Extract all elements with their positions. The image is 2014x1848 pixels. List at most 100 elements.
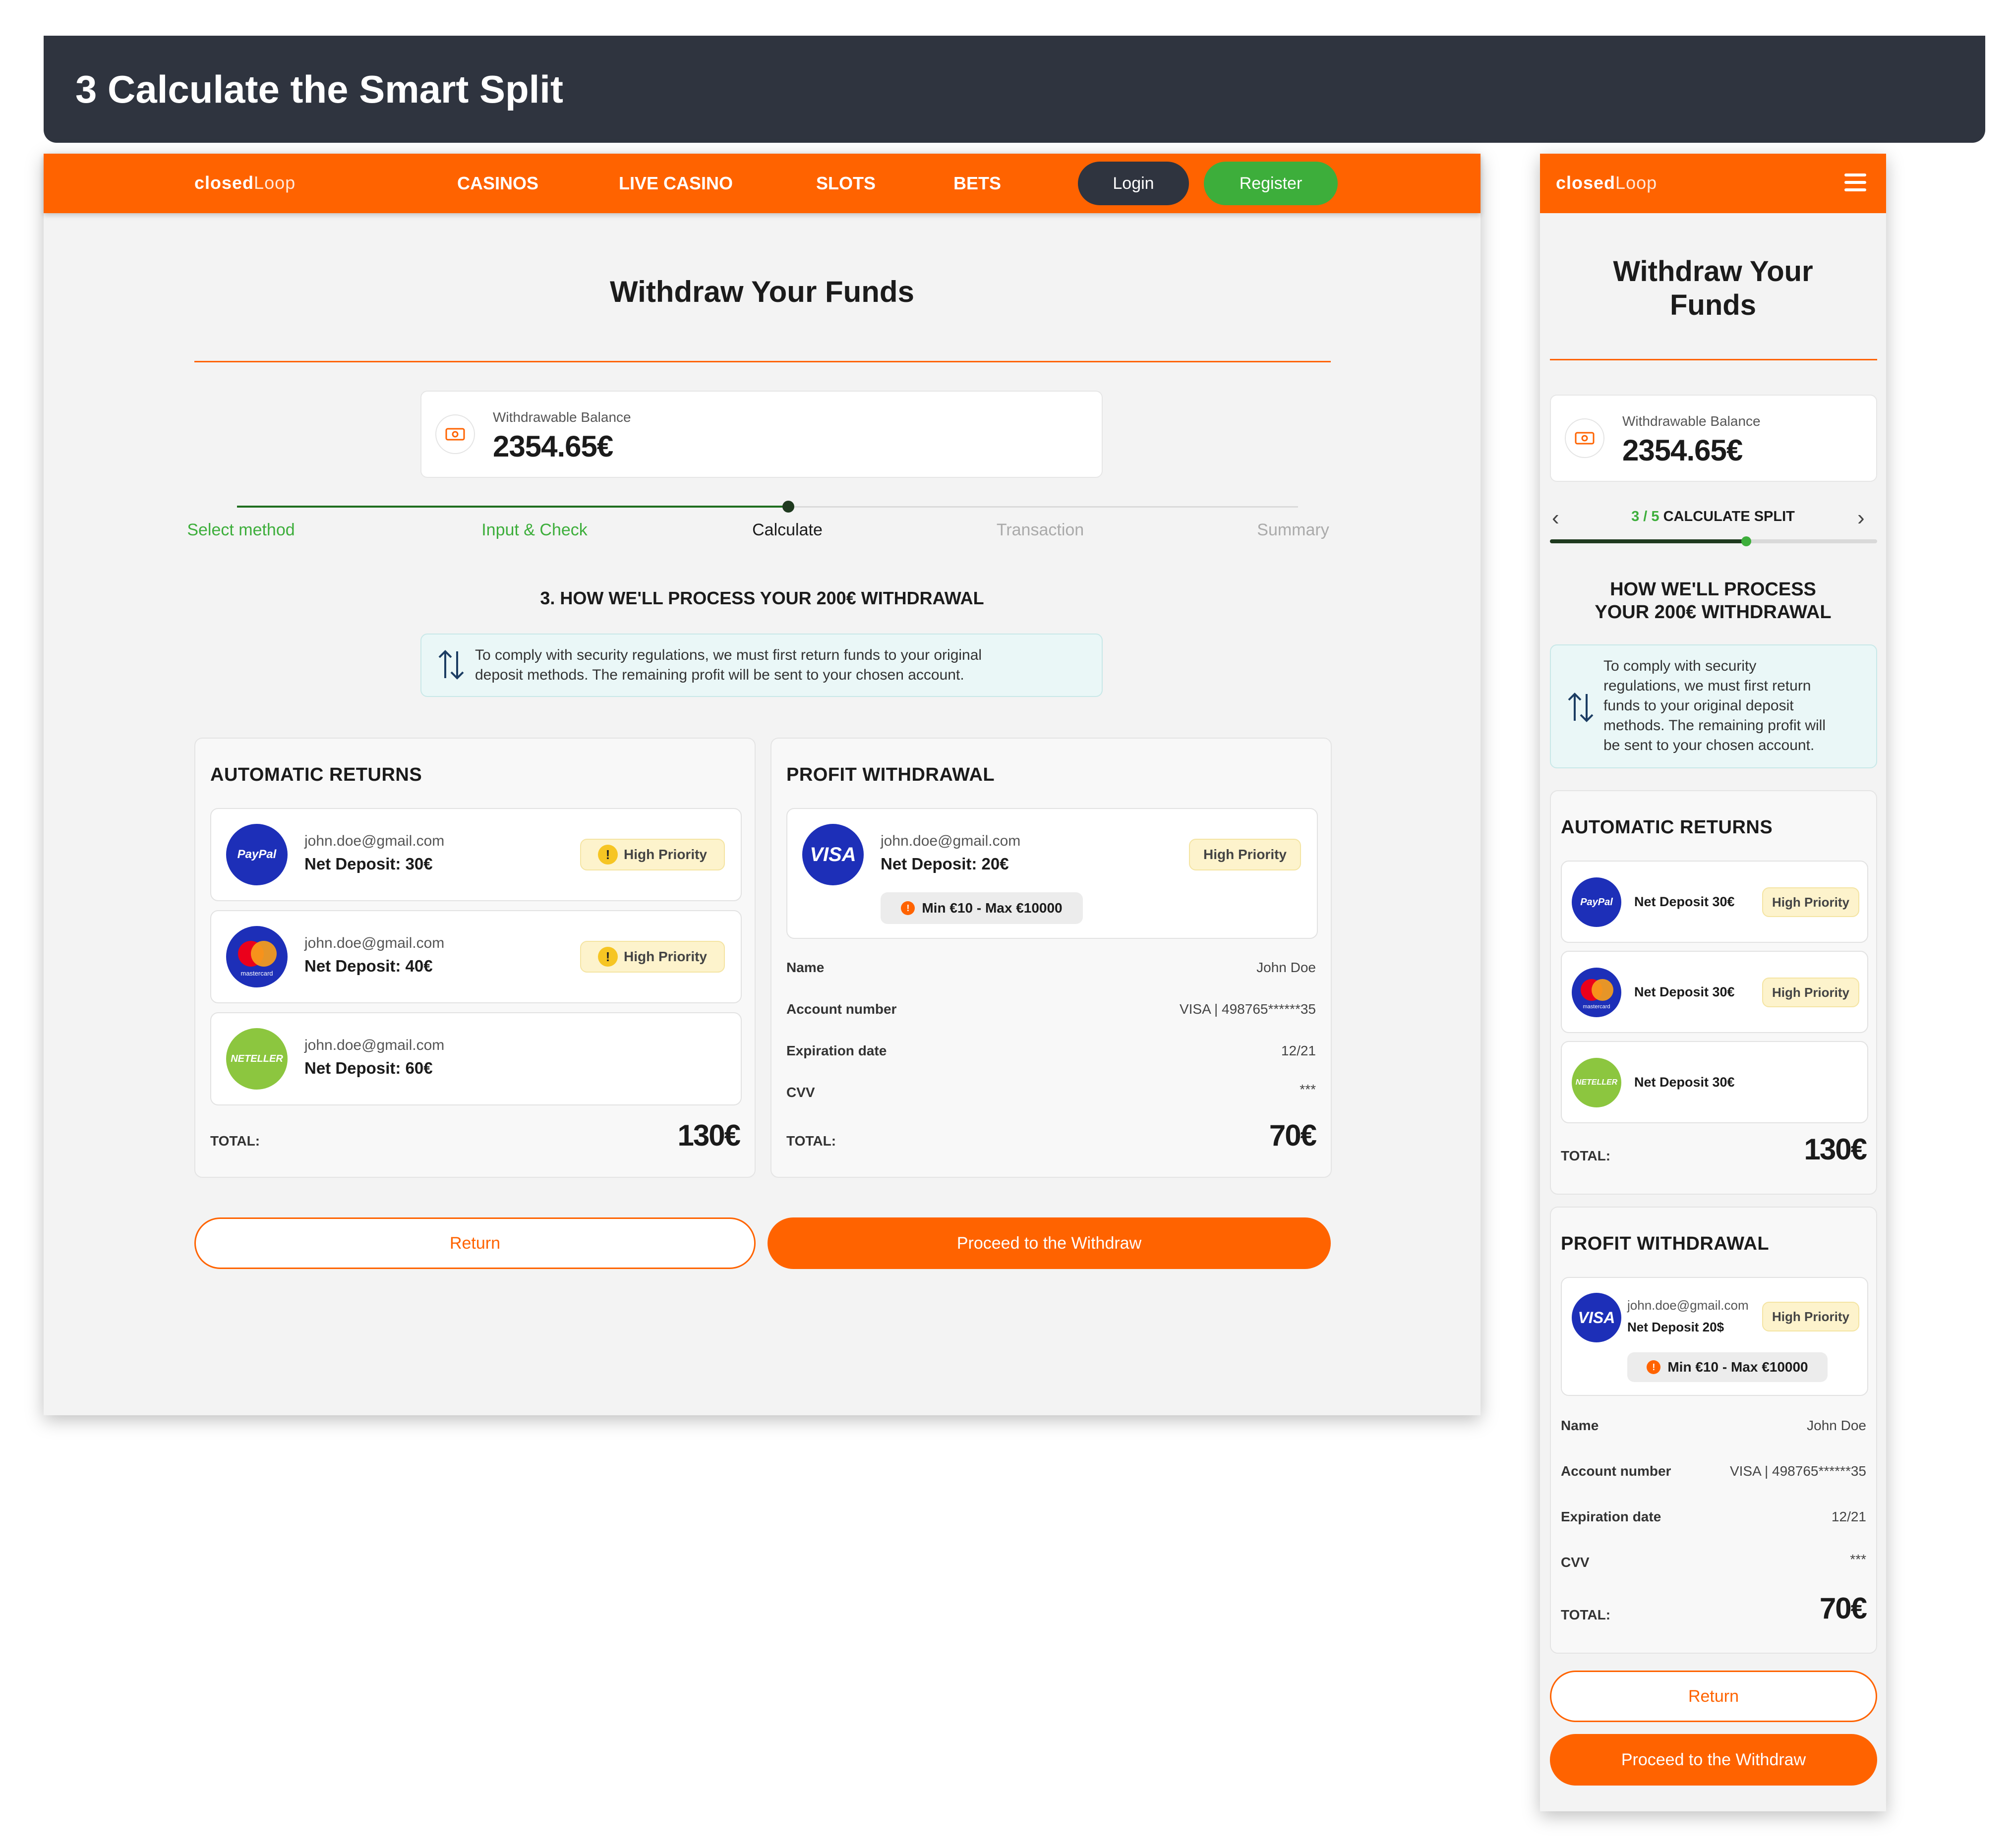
visa-logo-icon: VISA bbox=[1572, 1293, 1621, 1342]
automatic-total-label: TOTAL: bbox=[210, 1133, 260, 1149]
return-item-email: john.doe@gmail.com bbox=[304, 935, 445, 951]
mobile-return-item-mastercard[interactable]: mastercard Net Deposit 30€ High Priority bbox=[1561, 951, 1868, 1033]
info-dot-icon: ! bbox=[901, 901, 915, 915]
mobile-limits-chip: ! Min €10 - Max €10000 bbox=[1627, 1352, 1828, 1382]
step-transaction: Transaction bbox=[996, 520, 1084, 539]
visa-logo-icon: VISA bbox=[802, 824, 864, 885]
balance-value: 2354.65€ bbox=[493, 430, 613, 463]
mobile-automatic-total-label: TOTAL: bbox=[1561, 1148, 1611, 1163]
mobile-field-cvv-label: CVV bbox=[1561, 1555, 1590, 1570]
banner-title: 3 Calculate the Smart Split bbox=[75, 67, 563, 111]
top-navbar: closedLoop CASINOS LIVE CASINO SLOTS BET… bbox=[44, 154, 1481, 213]
info-dot-icon: ! bbox=[1647, 1360, 1661, 1374]
mastercard-logo-icon: mastercard bbox=[226, 926, 288, 987]
step-select-method[interactable]: Select method bbox=[186, 520, 296, 540]
return-item-neteller[interactable]: NETELLER john.doe@gmail.com Net Deposit:… bbox=[210, 1012, 742, 1105]
return-item-deposit: Net Deposit: 40€ bbox=[304, 957, 433, 975]
banknote-icon bbox=[1565, 418, 1604, 458]
security-info-box: To comply with security regulations, we … bbox=[420, 634, 1103, 697]
mobile-title-divider bbox=[1550, 359, 1877, 360]
high-priority-badge: ! High Priority bbox=[580, 839, 725, 870]
profit-withdrawal-panel: PROFIT WITHDRAWAL VISA john.doe@gmail.co… bbox=[770, 738, 1332, 1178]
neteller-logo-icon: NETELLER bbox=[226, 1028, 288, 1090]
mobile-step-indicator: 3 / 5 CALCULATE SPLIT bbox=[1631, 509, 1795, 524]
mobile-info-text: To comply with security regulations, we m… bbox=[1603, 658, 1826, 753]
register-button[interactable]: Register bbox=[1204, 162, 1338, 205]
mobile-profit-email: john.doe@gmail.com bbox=[1627, 1298, 1749, 1313]
field-cvv-label: CVV bbox=[786, 1085, 815, 1100]
mobile-return-button[interactable]: Return bbox=[1550, 1671, 1877, 1722]
mobile-return-item-neteller[interactable]: NETELLER Net Deposit 30€ bbox=[1561, 1041, 1868, 1123]
step-summary: Summary bbox=[1257, 520, 1329, 539]
mobile-field-expiry-label: Expiration date bbox=[1561, 1509, 1661, 1524]
return-item-paypal[interactable]: PayPal john.doe@gmail.com Net Deposit: 3… bbox=[210, 808, 742, 901]
high-priority-badge: ! High Priority bbox=[580, 941, 725, 973]
field-cvv-value: *** bbox=[1300, 1082, 1316, 1097]
step-calculate[interactable]: Calculate bbox=[738, 520, 837, 540]
mobile-brand-logo[interactable]: closedLoop bbox=[1556, 173, 1657, 193]
nav-bets[interactable]: BETS bbox=[953, 154, 1001, 213]
mobile-profit-title: PROFIT WITHDRAWAL bbox=[1561, 1233, 1770, 1254]
field-expiry-label: Expiration date bbox=[786, 1043, 887, 1058]
mobile-proceed-withdraw-button[interactable]: Proceed to the Withdraw bbox=[1550, 1734, 1877, 1786]
return-item-deposit: Net Deposit: 60€ bbox=[304, 1059, 433, 1077]
high-priority-badge: High Priority bbox=[1762, 978, 1859, 1007]
mobile-balance-value: 2354.65€ bbox=[1622, 434, 1743, 467]
nav-slots[interactable]: SLOTS bbox=[816, 154, 876, 213]
profit-deposit: Net Deposit: 20€ bbox=[881, 855, 1009, 873]
step-input-check[interactable]: Input & Check bbox=[465, 520, 604, 540]
hamburger-menu-icon[interactable] bbox=[1844, 173, 1866, 191]
high-priority-badge: High Priority bbox=[1762, 1302, 1859, 1331]
swap-arrows-icon bbox=[1566, 691, 1596, 726]
return-item-mastercard[interactable]: mastercard john.doe@gmail.com Net Deposi… bbox=[210, 910, 742, 1003]
mobile-field-account-label: Account number bbox=[1561, 1463, 1671, 1479]
profit-card-visa[interactable]: VISA john.doe@gmail.com Net Deposit: 20€… bbox=[786, 808, 1318, 939]
automatic-returns-panel: AUTOMATIC RETURNS PayPal john.doe@gmail.… bbox=[194, 738, 756, 1178]
info-line-2: deposit methods. The remaining profit wi… bbox=[475, 667, 964, 683]
nav-live-casino[interactable]: LIVE CASINO bbox=[619, 154, 733, 213]
mobile-field-name-label: Name bbox=[1561, 1418, 1599, 1433]
profit-email: john.doe@gmail.com bbox=[881, 833, 1021, 849]
high-priority-badge: High Priority bbox=[1762, 887, 1859, 917]
brand-logo[interactable]: closedLoop bbox=[194, 173, 296, 193]
svg-text:mastercard: mastercard bbox=[1583, 1004, 1610, 1010]
stepper-progress bbox=[237, 506, 788, 508]
mobile-balance-label: Withdrawable Balance bbox=[1622, 413, 1761, 429]
mobile-progress-dot bbox=[1741, 536, 1751, 546]
field-name-value: John Doe bbox=[1256, 960, 1316, 975]
mobile-field-name-value: John Doe bbox=[1807, 1418, 1866, 1433]
mobile-field-cvv-value: *** bbox=[1850, 1552, 1866, 1567]
section-banner: 3 Calculate the Smart Split bbox=[44, 36, 1985, 143]
return-item-deposit: Net Deposit: 30€ bbox=[304, 855, 433, 873]
stepper-current-dot bbox=[782, 501, 794, 513]
balance-label: Withdrawable Balance bbox=[493, 409, 631, 425]
mobile-automatic-total-value: 130€ bbox=[1804, 1133, 1867, 1166]
balance-card: Withdrawable Balance 2354.65€ bbox=[420, 391, 1103, 478]
field-account-value: VISA | 498765******35 bbox=[1179, 1001, 1316, 1017]
warning-icon: ! bbox=[597, 947, 618, 967]
mobile-return-deposit: Net Deposit 30€ bbox=[1634, 1075, 1735, 1090]
paypal-logo-icon: PayPal bbox=[226, 824, 288, 885]
proceed-withdraw-button[interactable]: Proceed to the Withdraw bbox=[768, 1217, 1331, 1269]
profit-total-value: 70€ bbox=[1269, 1119, 1317, 1152]
mobile-return-item-paypal[interactable]: PayPal Net Deposit 30€ High Priority bbox=[1561, 861, 1868, 943]
mobile-profit-card-visa[interactable]: VISA john.doe@gmail.com Net Deposit 20$ … bbox=[1561, 1277, 1868, 1396]
info-line-1: To comply with security regulations, we … bbox=[475, 647, 982, 663]
field-account-label: Account number bbox=[786, 1001, 897, 1017]
mobile-return-deposit: Net Deposit 30€ bbox=[1634, 984, 1735, 999]
mobile-profit-panel: PROFIT WITHDRAWAL VISA john.doe@gmail.co… bbox=[1550, 1207, 1877, 1654]
field-name-label: Name bbox=[786, 960, 825, 975]
return-button[interactable]: Return bbox=[194, 1217, 756, 1269]
banknote-icon bbox=[435, 414, 475, 454]
mobile-automatic-returns-panel: AUTOMATIC RETURNS PayPal Net Deposit 30€… bbox=[1550, 790, 1877, 1195]
login-button[interactable]: Login bbox=[1078, 162, 1189, 205]
nav-casinos[interactable]: CASINOS bbox=[457, 154, 538, 213]
mobile-balance-card: Withdrawable Balance 2354.65€ bbox=[1550, 395, 1877, 482]
mastercard-logo-icon: mastercard bbox=[1572, 968, 1621, 1017]
mobile-field-account-value: VISA | 498765******35 bbox=[1729, 1463, 1866, 1479]
mobile-security-info-box: To comply with security regulations, we m… bbox=[1550, 644, 1877, 768]
paypal-logo-icon: PayPal bbox=[1572, 877, 1621, 927]
profit-withdrawal-title: PROFIT WITHDRAWAL bbox=[786, 764, 995, 785]
mobile-automatic-title: AUTOMATIC RETURNS bbox=[1561, 817, 1773, 838]
process-heading: 3. HOW WE'LL PROCESS YOUR 200€ WITHDRAWA… bbox=[540, 588, 984, 608]
